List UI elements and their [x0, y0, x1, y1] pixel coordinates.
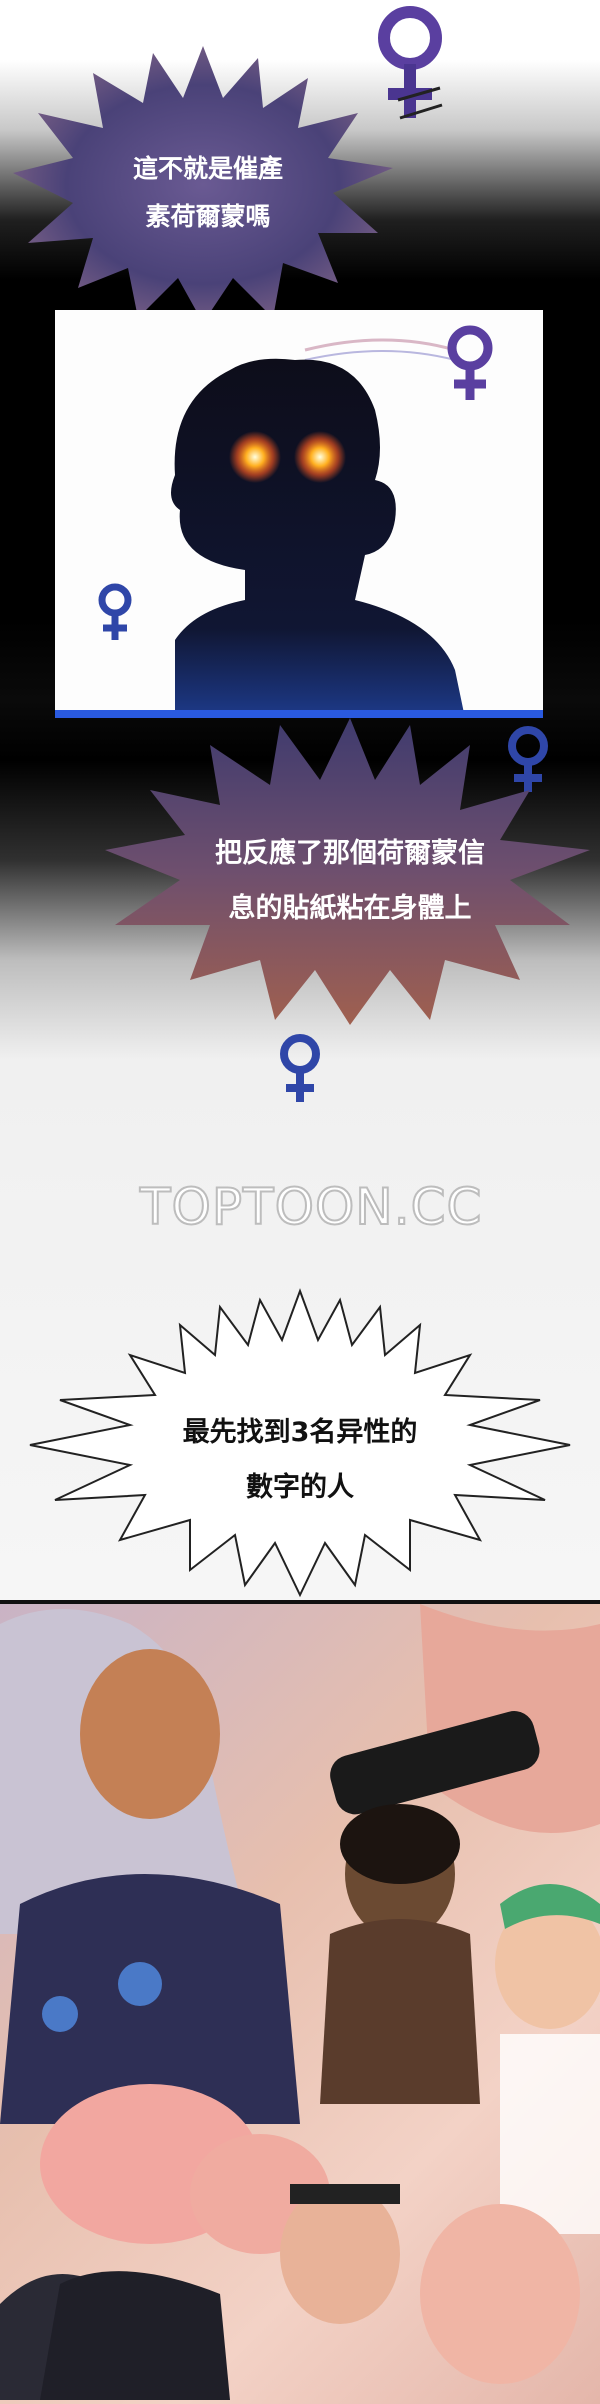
crowd-illustration — [0, 1604, 600, 2400]
watermark: TOPTOON.CC — [139, 1177, 483, 1237]
female-symbol-icon — [447, 325, 493, 400]
speech-3-line-2: 數字的人 — [246, 1472, 354, 1503]
speech-text-1: 這不就是催產 素荷爾蒙嗎 — [78, 145, 338, 241]
speech-text-2: 把反應了那個荷爾蒙信 息的貼紙粘在身體上 — [150, 826, 550, 936]
speech-3-line-1: 最先找到3名异性的 — [182, 1417, 418, 1448]
speech-2-line-1: 把反應了那個荷爾蒙信 — [215, 838, 485, 869]
comic-panel-crowd — [0, 1600, 600, 2404]
female-symbol-icon — [98, 583, 132, 640]
silhouette-image — [55, 310, 543, 718]
female-symbol-icon — [378, 6, 443, 120]
female-symbol-icon — [280, 1034, 320, 1102]
speech-1-line-1: 這不就是催產 — [132, 154, 283, 183]
comic-panel-top: 這不就是催產 素荷爾蒙嗎 把反應了那個荷爾蒙信 息的貼紙粘在身體上 TOPTOO… — [0, 0, 600, 1600]
speech-text-3: 最先找到3名异性的 數字的人 — [0, 1405, 600, 1515]
speech-1-line-2: 素荷爾蒙嗎 — [145, 202, 271, 231]
speech-2-line-2: 息的貼紙粘在身體上 — [228, 893, 472, 924]
